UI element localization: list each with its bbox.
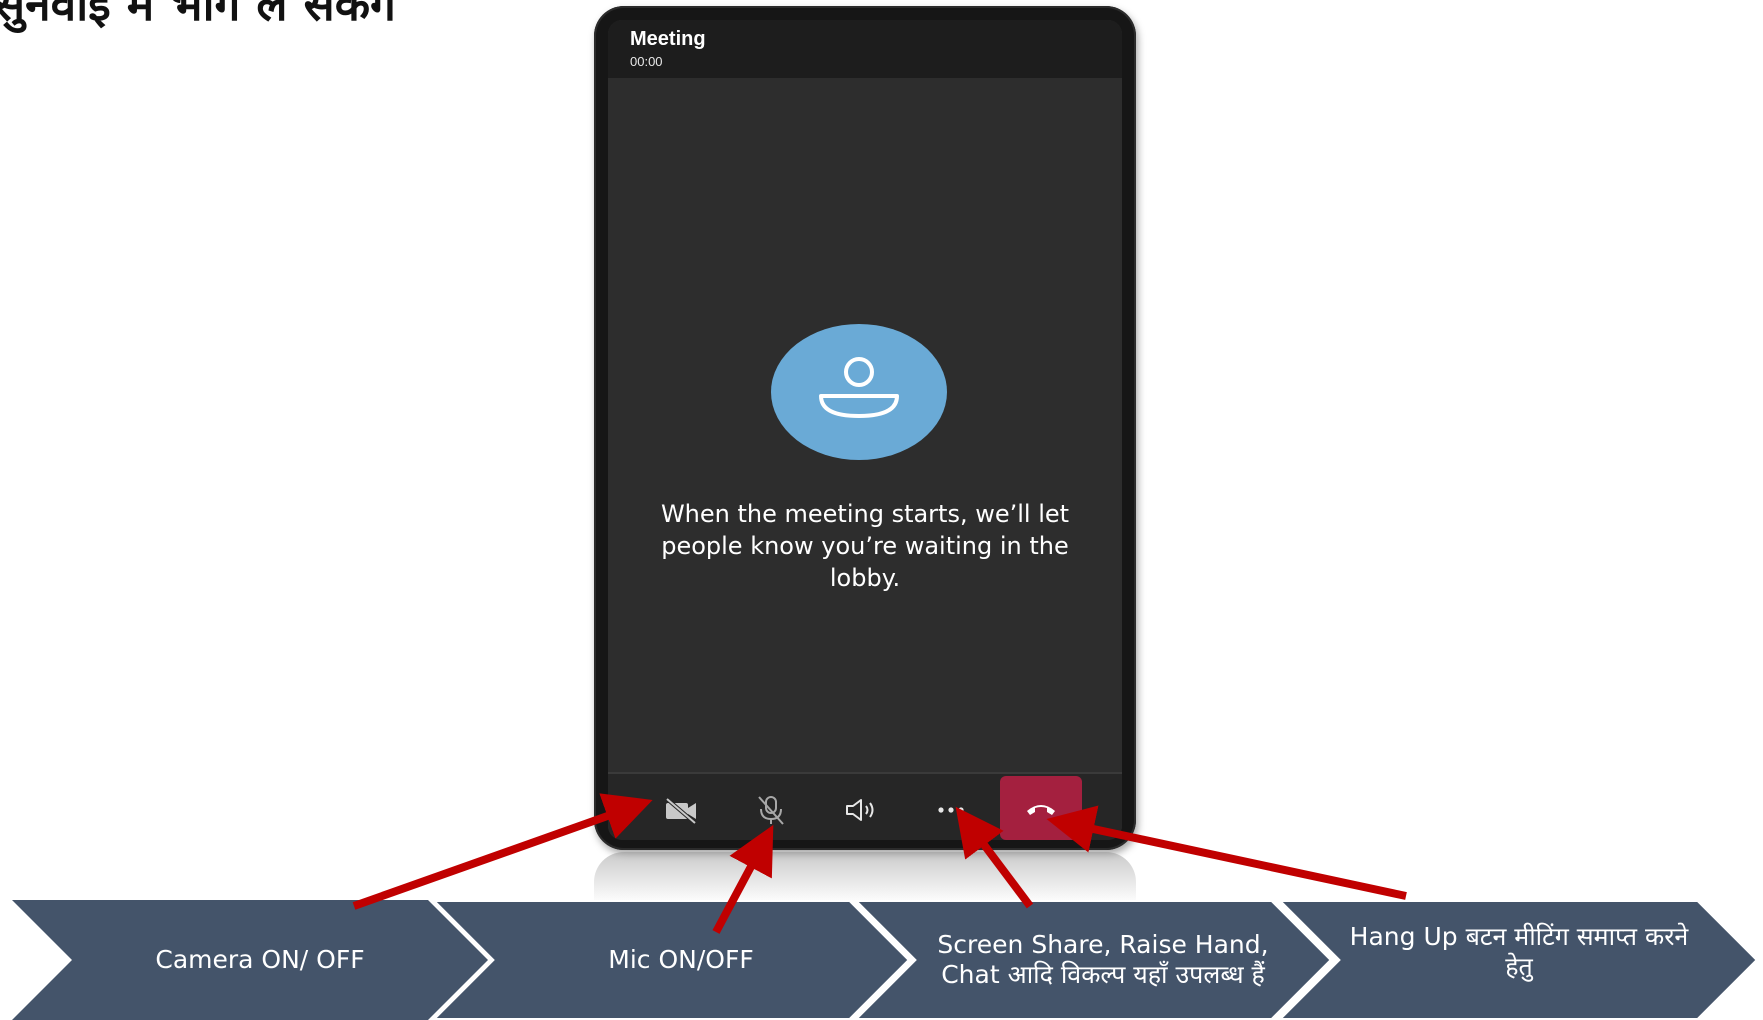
step-camera-label: Camera ON/ OFF — [155, 945, 365, 974]
step-mic-label: Mic ON/OFF — [608, 945, 754, 974]
mic-callout-arrow — [712, 824, 774, 934]
step-hang-up-label: Hang Up बटन मीटिंग समाप्त करने हेतु — [1349, 922, 1689, 981]
camera-callout-arrow — [352, 793, 653, 910]
hang-up-callout-arrow — [1046, 805, 1407, 900]
step-more-options-label: Screen Share, Raise Hand, Chat आदि विकल्… — [937, 930, 1269, 989]
more-options-callout-arrow — [955, 806, 1034, 909]
callout-arrows — [352, 793, 1407, 934]
